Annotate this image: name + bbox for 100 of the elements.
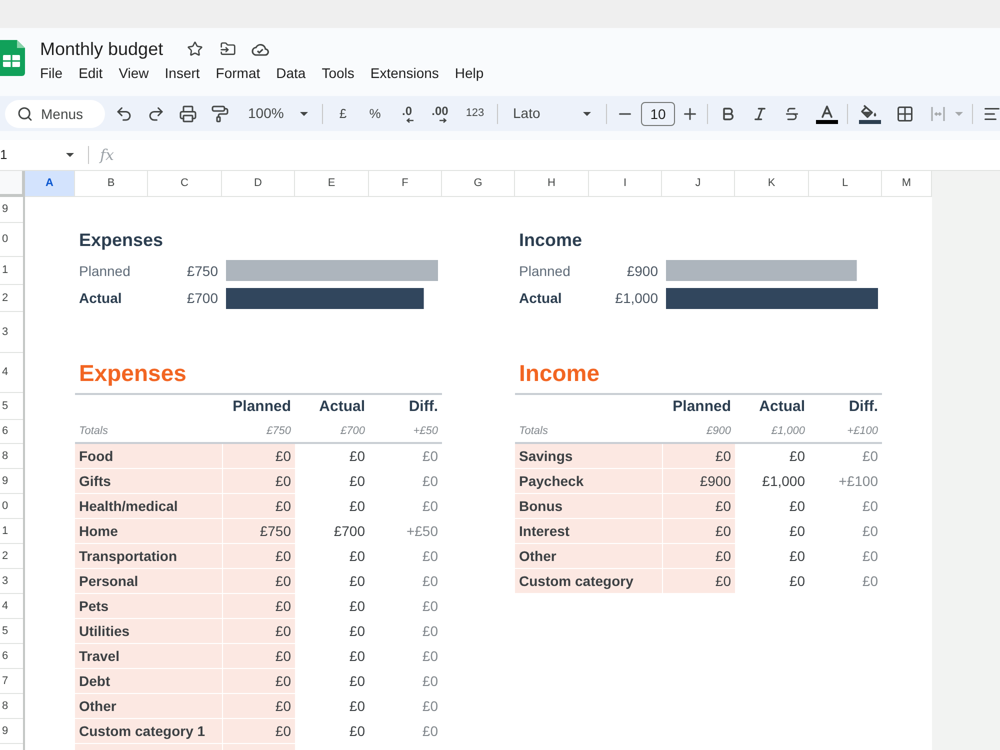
undo-icon[interactable] xyxy=(115,104,133,122)
category-cell: Interest xyxy=(515,519,662,544)
row-header[interactable]: 7 xyxy=(0,669,23,694)
total-amount: +£50 xyxy=(412,424,439,439)
category-cell: Food xyxy=(75,444,222,469)
arrow-left-icon xyxy=(406,118,414,122)
font-size-field[interactable]: 10 xyxy=(641,102,675,126)
name-box[interactable]: 1 xyxy=(0,143,80,167)
column-header[interactable]: G xyxy=(442,171,515,197)
menu-item[interactable]: Tools xyxy=(322,66,354,80)
category-cell: Personal xyxy=(75,569,222,594)
menu-search-field[interactable]: Menus xyxy=(5,100,105,128)
column-header[interactable]: C xyxy=(148,171,222,197)
row-header[interactable]: 2 xyxy=(0,285,23,312)
column-header[interactable]: F xyxy=(369,171,442,197)
column-header[interactable]: I xyxy=(589,171,662,197)
difference-cell: +£50 xyxy=(369,519,442,544)
redo-icon[interactable] xyxy=(147,104,165,122)
difference-cell: +£100 xyxy=(809,469,882,494)
column-header[interactable]: H xyxy=(515,171,589,197)
menu-item[interactable]: View xyxy=(118,66,149,80)
column-header[interactable]: E xyxy=(295,171,369,197)
value-label: £900 xyxy=(626,262,658,280)
column-header[interactable]: L xyxy=(809,171,882,197)
column-header[interactable]: A xyxy=(25,171,75,197)
difference-cell: £0 xyxy=(369,569,442,594)
menu-item[interactable]: Help xyxy=(454,66,484,80)
row-header[interactable]: 6 xyxy=(0,420,23,444)
row-header[interactable]: 8 xyxy=(0,694,23,719)
document-grid-icon[interactable] xyxy=(0,40,25,76)
actual-cell: £0 xyxy=(735,569,809,594)
row-header[interactable]: 9 xyxy=(0,469,23,494)
actual-cell: £0 xyxy=(295,719,369,744)
caret-icon xyxy=(583,112,591,116)
actual-cell: £0 xyxy=(735,444,809,469)
column-header[interactable]: M xyxy=(882,171,932,197)
search-icon xyxy=(17,106,33,122)
decrease-decimal-button[interactable]: .0 xyxy=(391,100,423,128)
planned-cell: £0 xyxy=(222,619,295,644)
font-dropdown[interactable]: Lato xyxy=(502,100,598,128)
fill-color-icon[interactable] xyxy=(859,104,881,124)
borders-grid-icon[interactable] xyxy=(896,104,914,122)
folder-arrow-icon[interactable] xyxy=(220,41,236,57)
strikethrough-icon[interactable] xyxy=(784,106,800,122)
row-header[interactable]: 9 xyxy=(0,197,23,223)
print-icon[interactable] xyxy=(179,104,197,122)
row-header[interactable]: 8 xyxy=(0,444,23,469)
text-color-icon[interactable] xyxy=(816,104,838,124)
function-label: fx xyxy=(100,144,114,166)
row-header[interactable]: 3 xyxy=(0,312,23,353)
difference-cell: £0 xyxy=(369,444,442,469)
menu-item[interactable]: Format xyxy=(216,66,260,80)
menu-item[interactable]: File xyxy=(40,66,63,80)
column-header[interactable]: D xyxy=(222,171,295,197)
zoom-dropdown[interactable]: 100% xyxy=(240,100,312,128)
column-header[interactable]: B xyxy=(75,171,148,197)
menu-item[interactable]: Edit xyxy=(78,66,103,80)
row-header[interactable]: 0 xyxy=(0,223,23,257)
row-header[interactable]: 4 xyxy=(0,353,23,393)
row-header[interactable]: 1 xyxy=(0,519,23,544)
menu-item[interactable]: Insert xyxy=(164,66,200,80)
column-header[interactable]: K xyxy=(735,171,809,197)
difference-cell: £0 xyxy=(369,594,442,619)
paint-roller-icon[interactable] xyxy=(211,104,229,122)
row-header[interactable]: 5 xyxy=(0,393,23,420)
total-amount: +£100 xyxy=(846,424,879,439)
table-title: Expenses xyxy=(79,358,186,388)
increase-decimal-button[interactable]: .00 xyxy=(423,100,457,128)
row-header[interactable]: 6 xyxy=(0,644,23,669)
currency-format-button[interactable]: £ xyxy=(327,100,359,128)
cloud-check-icon[interactable] xyxy=(251,42,270,56)
menu-item[interactable]: Data xyxy=(276,66,306,80)
number-format-button[interactable]: 123 xyxy=(457,100,493,128)
italic-icon[interactable] xyxy=(752,106,768,122)
document-title[interactable]: Monthly budget xyxy=(40,36,164,62)
row-header[interactable]: 3 xyxy=(0,569,23,594)
difference-cell: £0 xyxy=(369,719,442,744)
planned-cell: £0 xyxy=(222,544,295,569)
merge-cells-icon[interactable] xyxy=(930,106,946,122)
star-icon[interactable] xyxy=(187,41,204,57)
row-header[interactable]: 1 xyxy=(0,257,23,285)
arrow-right-icon xyxy=(439,118,447,122)
row-header[interactable]: 9 xyxy=(0,719,23,744)
column-heading: Actual xyxy=(758,397,806,418)
row-header[interactable]: 0 xyxy=(0,494,23,519)
value-label: £750 xyxy=(186,262,218,280)
percent-format-button[interactable]: % xyxy=(359,100,391,128)
menu-item[interactable]: Extensions xyxy=(370,66,439,80)
planned-cell: £0 xyxy=(662,569,735,594)
category-cell: Paycheck xyxy=(515,469,662,494)
planned-cell: £0 xyxy=(222,669,295,694)
actual-cell: £1,000 xyxy=(735,469,809,494)
row-header[interactable]: 4 xyxy=(0,594,23,619)
column-header[interactable]: J xyxy=(662,171,735,197)
row-header[interactable]: 2 xyxy=(0,544,23,569)
category-cell: Debt xyxy=(75,669,222,694)
bold-icon[interactable] xyxy=(720,106,736,122)
category-cell: Transportation xyxy=(75,544,222,569)
row-header[interactable]: 5 xyxy=(0,619,23,644)
category-label: Planned xyxy=(78,262,130,280)
